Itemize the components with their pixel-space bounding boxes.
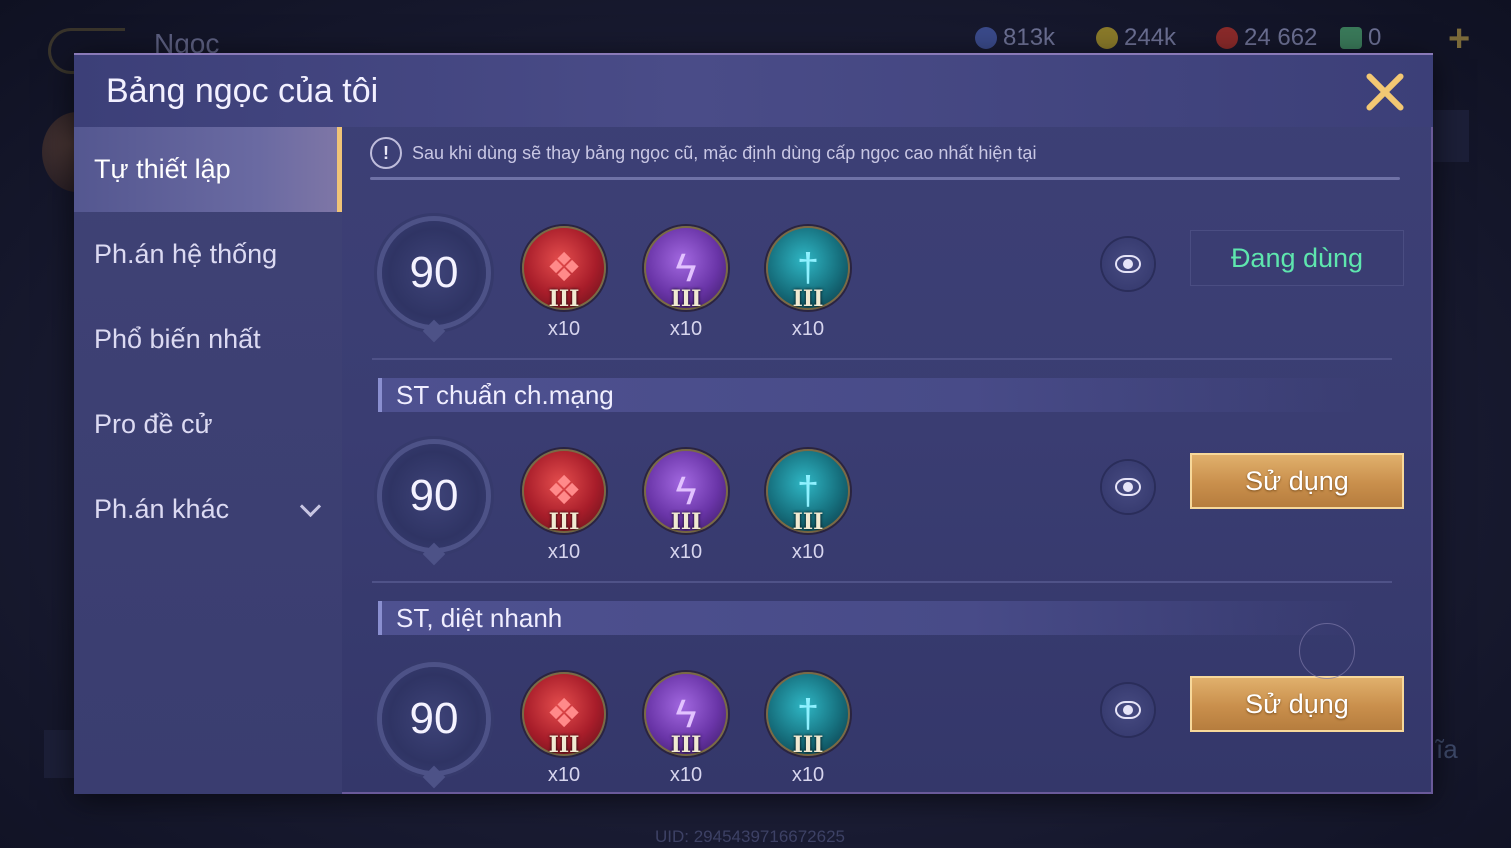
rune-set-row: 90 ❖ III x10 ϟ III x10 † III x10 Sử dụng [342,664,1433,794]
in-use-button[interactable]: Đang dùng [1190,230,1404,286]
gem-tier: III [792,732,824,758]
gem-tier: III [792,286,824,312]
uid-label: UID: 2945439716672625 [655,827,845,846]
resource-value: 0 [1368,24,1382,51]
teal-dagger-gem-icon: † III x10 [766,672,850,786]
gem-count: x10 [547,764,581,786]
rune-level-badge: 90 [382,667,486,771]
gem-tier: III [670,286,702,312]
gem-count: x10 [791,764,825,786]
preview-eye-button[interactable] [1102,238,1154,290]
dagger-icon: † [796,246,820,290]
sidebar-item-label: Tự thiết lập [94,154,231,184]
gem-count: x10 [669,764,703,786]
info-icon: ! [370,137,402,169]
eye-pupil [1123,259,1133,269]
dagger-icon: † [796,692,820,736]
loading-spinner-icon [1299,623,1355,679]
modal-header: Bảng ngọc của tôi [74,53,1433,127]
rune-level-badge: 90 [382,221,486,325]
gem-tier: III [670,732,702,758]
sword-icon: ❖ [546,469,582,513]
gem-tier: III [670,509,702,535]
sword-icon: ❖ [546,246,582,290]
lightning-icon: ϟ [675,469,697,513]
purple-lightning-gem-icon: ϟ III x10 [644,226,728,340]
resource-value: 24 662 [1244,24,1318,51]
ruby-icon [1216,27,1238,49]
preview-eye-button[interactable] [1102,461,1154,513]
sidebar-item-pro[interactable]: Pro đề cử [74,382,342,467]
gem-count: x10 [791,541,825,563]
lightning-icon: ϟ [675,692,697,736]
add-resource-icon: + [1448,18,1471,60]
resource-value: 244k [1124,24,1177,51]
red-sword-gem-icon: ❖ III x10 [522,449,606,563]
gem-count: x10 [669,541,703,563]
purple-lightning-gem-icon: ϟ III x10 [644,672,728,786]
use-button[interactable]: Sử dụng [1190,453,1404,509]
sidebar-item-popular[interactable]: Phổ biến nhất [74,297,342,382]
divider [372,581,1392,583]
gem-count: x10 [791,318,825,340]
teal-dagger-gem-icon: † III x10 [766,226,850,340]
background-panel [1433,110,1469,162]
gem-count: x10 [669,318,703,340]
ticket-icon [1340,27,1362,49]
divider [370,177,1400,180]
background-text-fragment: ĩa [1436,734,1458,764]
rune-set-list[interactable]: ! Sau khi dùng sẽ thay bảng ngọc cũ, mặc… [342,127,1433,794]
rune-set-header: ST, diệt nhanh [378,601,1362,635]
sword-icon: ❖ [546,692,582,736]
gem-tier: III [548,286,580,312]
resource-gems: 813k [975,24,1055,52]
gem-count: x10 [547,541,581,563]
rune-board-modal: Bảng ngọc của tôi Tự thiết lập Ph.án hệ … [74,53,1433,794]
purple-lightning-gem-icon: ϟ III x10 [644,449,728,563]
notice: ! Sau khi dùng sẽ thay bảng ngọc cũ, mặc… [370,137,1036,169]
rune-set-header: ST chuẩn ch.mạng [378,378,1362,412]
eye-pupil [1123,482,1133,492]
teal-dagger-gem-icon: † III x10 [766,449,850,563]
gem-count: x10 [547,318,581,340]
lightning-icon: ϟ [675,246,697,290]
sidebar: Tự thiết lập Ph.án hệ thống Phổ biến nhấ… [74,127,342,794]
chevron-down-icon [299,495,322,518]
resource-ruby: 24 662 [1216,24,1317,52]
gem-tier: III [792,509,824,535]
background-panel [44,730,74,778]
divider [372,358,1392,360]
sidebar-item-label: Ph.án hệ thống [94,239,278,269]
sidebar-item-custom[interactable]: Tự thiết lập [74,127,342,212]
rune-level-badge: 90 [382,444,486,548]
resource-gold: 244k [1096,24,1176,52]
gem-tier: III [548,509,580,535]
sidebar-item-label: Pro đề cử [94,409,213,439]
red-sword-gem-icon: ❖ III x10 [522,672,606,786]
sidebar-item-label: Ph.án khác [94,494,230,524]
gem-currency-icon [975,27,997,49]
rune-set-name: ST chuẩn ch.mạng [396,380,614,410]
rune-set-row: 90 ❖ III x10 ϟ III x10 † III x10 Đang dù… [342,218,1433,348]
eye-pupil [1123,705,1133,715]
gold-coin-icon [1096,27,1118,49]
sidebar-item-other[interactable]: Ph.án khác [74,467,342,552]
modal-title: Bảng ngọc của tôi [106,72,379,110]
gem-tier: III [548,732,580,758]
rune-set-name: ST, diệt nhanh [396,603,563,633]
dagger-icon: † [796,469,820,513]
close-icon[interactable] [1362,69,1408,115]
sidebar-item-system[interactable]: Ph.án hệ thống [74,212,342,297]
resource-ticket: 0 [1340,24,1381,52]
use-button[interactable]: Sử dụng [1190,676,1404,732]
red-sword-gem-icon: ❖ III x10 [522,226,606,340]
sidebar-item-label: Phổ biến nhất [94,324,261,354]
preview-eye-button[interactable] [1102,684,1154,736]
rune-set-row: 90 ❖ III x10 ϟ III x10 † III x10 Sử dụng [342,441,1433,571]
resource-value: 813k [1003,24,1056,51]
notice-text: Sau khi dùng sẽ thay bảng ngọc cũ, mặc đ… [412,142,1037,163]
